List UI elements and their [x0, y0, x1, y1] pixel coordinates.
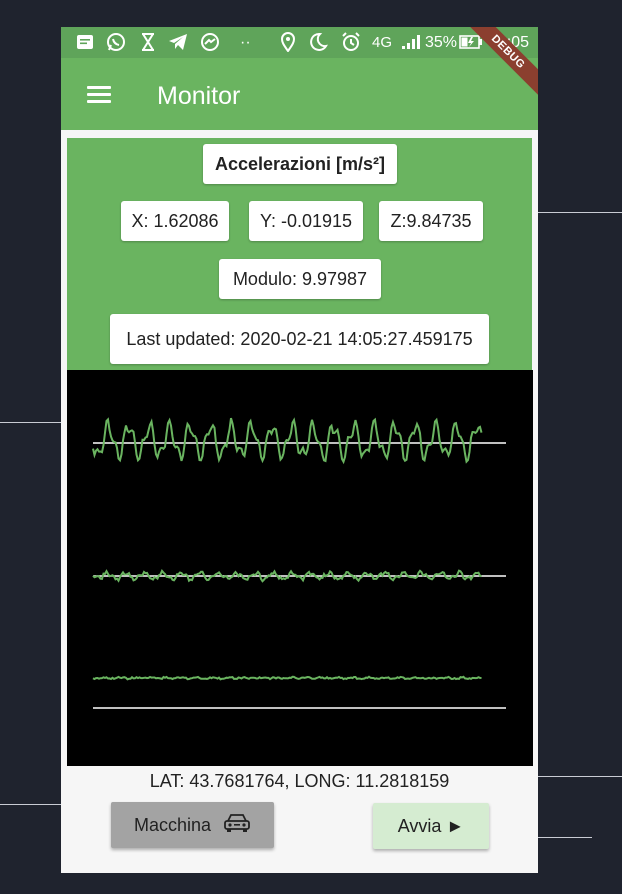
app-bar: Monitor	[61, 58, 538, 130]
accel-x-value: X: 1.62086	[121, 201, 229, 241]
modulo-value: Modulo: 9.97987	[219, 259, 381, 299]
start-button[interactable]: Avvia ►	[373, 803, 489, 849]
accel-y-value: Y: -0.01915	[249, 201, 363, 241]
telegram-icon	[168, 32, 188, 52]
start-button-label: Avvia ►	[397, 815, 465, 836]
night-mode-icon	[308, 32, 328, 52]
whatsapp-icon	[106, 32, 126, 52]
phone-screen: ·· 4G 35% 14:05 Monitor DEBUG Accelerazi…	[61, 27, 538, 873]
messenger-icon	[200, 32, 220, 52]
accel-z-value: Z:9.84735	[379, 201, 483, 241]
acceleration-header: Accelerazioni [m/s²]	[203, 144, 397, 184]
acceleration-panel: Accelerazioni [m/s²] X: 1.62086 Y: -0.01…	[67, 138, 532, 370]
machine-button-label: Macchina	[133, 814, 212, 835]
acceleration-chart	[92, 417, 506, 709]
battery-percent: 35%	[425, 34, 458, 51]
series-x-line	[92, 417, 483, 465]
series-z-line	[92, 675, 482, 681]
location-icon	[278, 32, 298, 52]
notification-icon	[75, 32, 95, 52]
alarm-icon	[341, 32, 361, 52]
status-dots: ··	[240, 34, 251, 51]
machine-button[interactable]: Macchina	[111, 802, 274, 848]
hamburger-menu-icon[interactable]	[87, 86, 111, 104]
status-bar: ·· 4G 35% 14:05	[61, 27, 538, 58]
car-icon	[223, 812, 251, 839]
signal-icon	[401, 32, 421, 52]
hourglass-icon	[138, 32, 158, 52]
network-type: 4G	[372, 34, 393, 51]
last-updated: Last updated: 2020-02-21 14:05:27.459175	[110, 314, 489, 364]
gps-coordinates: LAT: 43.7681764, LONG: 11.2818159	[149, 771, 450, 791]
page-title: Monitor	[157, 82, 241, 110]
acceleration-plot	[67, 370, 533, 766]
